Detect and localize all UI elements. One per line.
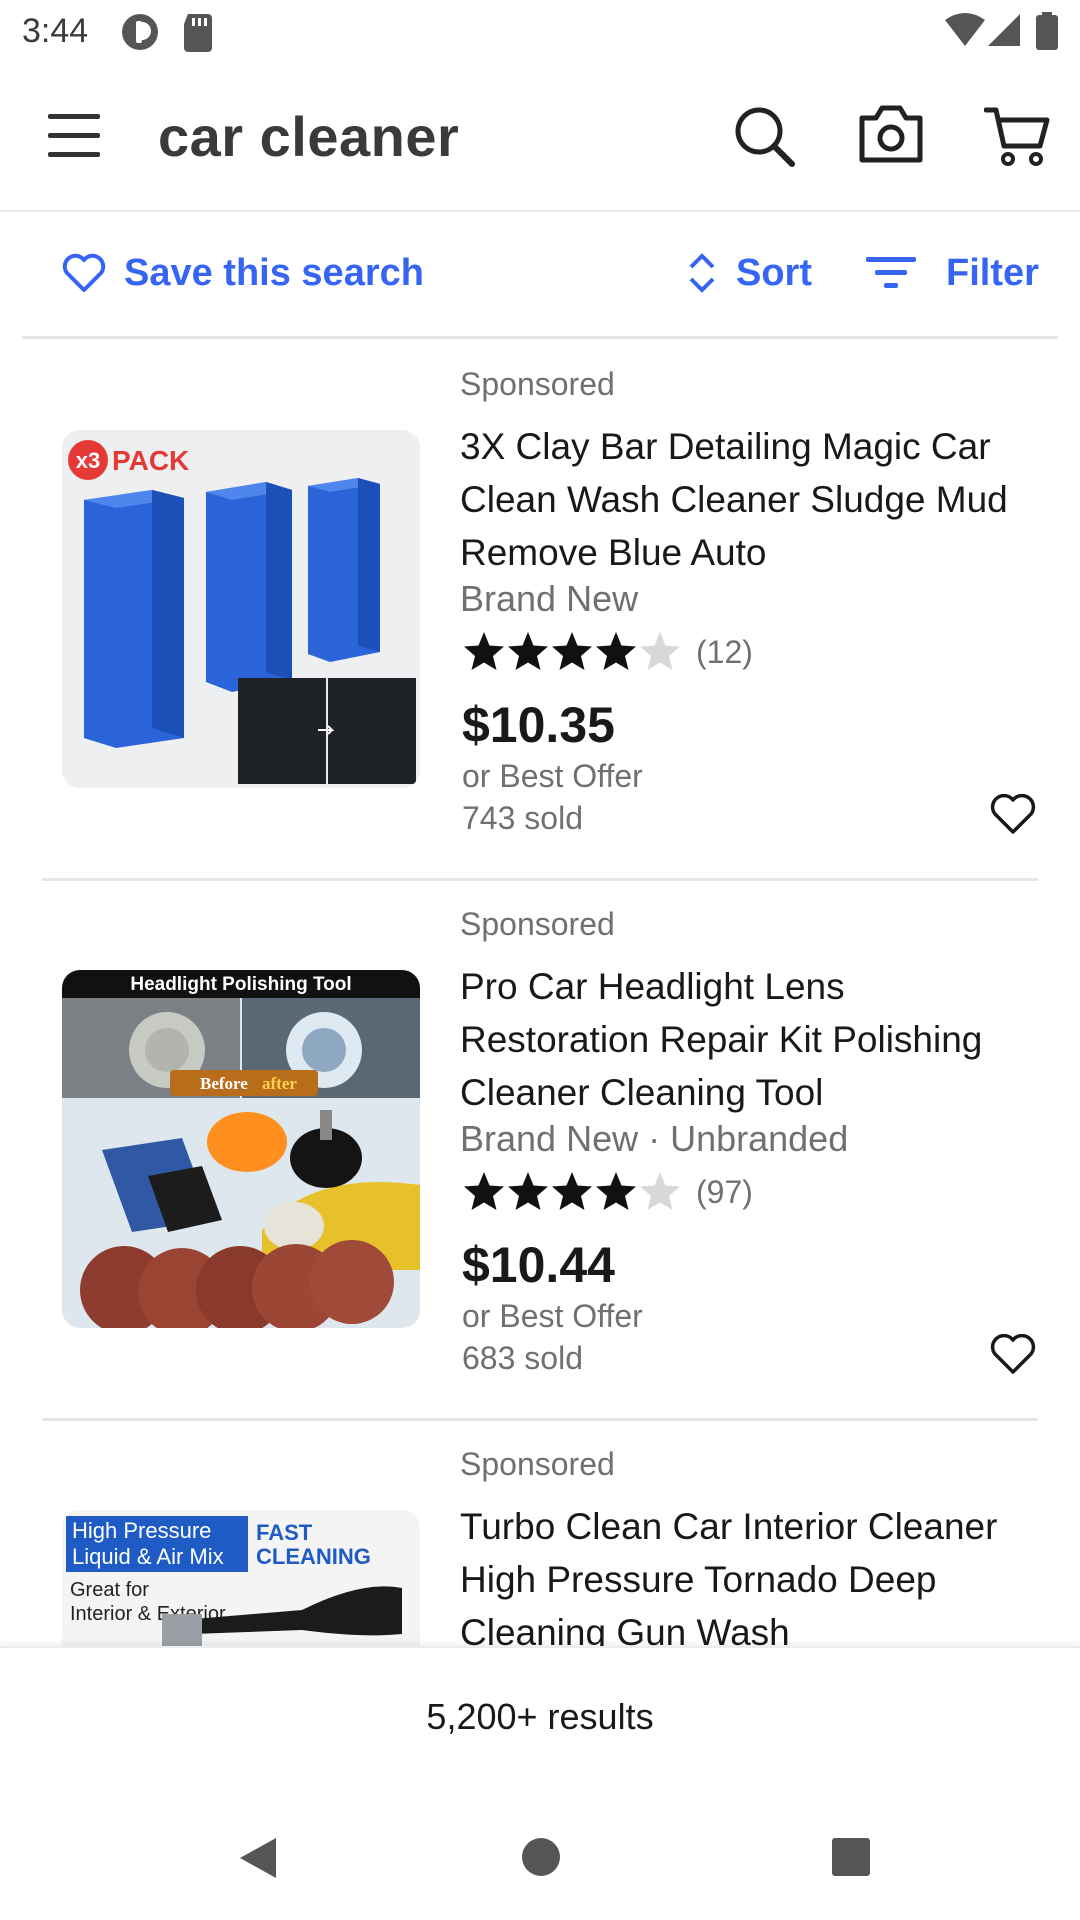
image-great: Great for — [70, 1579, 149, 1601]
star-icon — [464, 632, 504, 670]
sponsored-label: Sponsored — [460, 366, 615, 402]
filter-label: Filter — [946, 251, 1039, 294]
battery-icon — [1036, 12, 1058, 55]
listing-condition: Brand New — [460, 578, 639, 619]
sort-icon — [689, 253, 715, 293]
image-fast: FAST — [256, 1520, 313, 1545]
star-icon — [508, 632, 548, 670]
status-bar: 3:44 — [0, 0, 1080, 64]
star-empty-icon — [640, 632, 680, 670]
listing-item[interactable]: High Pressure Liquid & Air Mix FAST CLEA… — [0, 1420, 1080, 1646]
watch-heart-icon[interactable] — [990, 1333, 1036, 1381]
search-query-text[interactable]: car cleaner — [158, 104, 459, 169]
star-icon — [596, 632, 636, 670]
filter-button[interactable]: Filter — [866, 248, 1039, 298]
star-rating: (12) — [462, 630, 753, 674]
star-empty-icon — [640, 1172, 680, 1210]
listing-image[interactable]: Headlight Polishing Tool Before after — [62, 970, 420, 1328]
review-count: (97) — [696, 1173, 753, 1210]
listing-price: $10.35 — [462, 697, 615, 753]
watch-heart-icon[interactable] — [990, 793, 1036, 841]
star-icon — [596, 1172, 636, 1210]
star-icon — [552, 1172, 592, 1210]
sort-label: Sort — [736, 251, 812, 294]
star-rating: (97) — [462, 1170, 753, 1214]
best-offer-label: or Best Offer — [462, 1298, 643, 1334]
image-line1: High Pressure — [72, 1518, 211, 1543]
results-count: 5,200+ results — [426, 1696, 654, 1737]
review-count: (12) — [696, 633, 753, 670]
listing-item[interactable]: Headlight Polishing Tool Before after Sp… — [0, 880, 1080, 1421]
save-search-button[interactable]: Save this search — [62, 248, 424, 298]
camera-icon[interactable] — [858, 104, 924, 169]
heart-outline-icon — [62, 253, 106, 292]
image-badge: x3 — [76, 448, 100, 473]
image-banner: Headlight Polishing Tool — [130, 974, 351, 995]
star-icon — [552, 632, 592, 670]
sponsored-label: Sponsored — [460, 1446, 615, 1482]
notification-icon — [120, 12, 160, 57]
divider — [22, 336, 1058, 339]
best-offer-label: or Best Offer — [462, 758, 643, 794]
search-icon[interactable] — [732, 104, 796, 173]
image-before: Before — [200, 1074, 248, 1093]
image-cleaning: CLEANING — [256, 1544, 371, 1569]
image-line2: Liquid & Air Mix — [72, 1544, 224, 1569]
system-nav-bar — [0, 1804, 1080, 1920]
signal-icon — [988, 12, 1022, 53]
wifi-icon — [944, 12, 986, 53]
listing-condition: Brand New · Unbranded — [460, 1118, 849, 1159]
listing-image[interactable]: x3 PACK — [62, 430, 420, 788]
recents-icon[interactable] — [830, 1836, 872, 1883]
listing-title[interactable]: 3X Clay Bar Detailing Magic Car Clean Wa… — [460, 420, 1040, 579]
sd-card-icon — [182, 12, 214, 57]
listing-image[interactable]: High Pressure Liquid & Air Mix FAST CLEA… — [62, 1510, 420, 1646]
home-icon[interactable] — [520, 1836, 562, 1883]
sold-count: 743 sold — [462, 800, 583, 836]
sort-button[interactable]: Sort — [686, 248, 812, 298]
listing-title[interactable]: Pro Car Headlight Lens Restoration Repai… — [460, 960, 1040, 1119]
image-after: after — [262, 1074, 297, 1093]
star-icon — [464, 1172, 504, 1210]
filter-icon — [866, 257, 916, 288]
listing-title[interactable]: Turbo Clean Car Interior Cleaner High Pr… — [460, 1500, 1040, 1646]
results-count-bar: 5,200+ results — [0, 1646, 1080, 1806]
image-badge-text: PACK — [112, 445, 189, 476]
star-icon — [508, 1172, 548, 1210]
status-time: 3:44 — [22, 12, 89, 50]
cart-icon[interactable] — [983, 104, 1050, 173]
search-actions-bar: Save this search Sort Filter — [0, 212, 1080, 336]
back-icon[interactable] — [236, 1834, 280, 1887]
app-bar: car cleaner — [0, 64, 1080, 212]
menu-icon[interactable] — [46, 108, 102, 169]
listing-price: $10.44 — [462, 1237, 615, 1293]
sponsored-label: Sponsored — [460, 906, 615, 942]
listing-item[interactable]: x3 PACK Sponsored 3X Clay Bar Detailing … — [0, 340, 1080, 881]
save-search-label: Save this search — [124, 251, 424, 294]
sold-count: 683 sold — [462, 1340, 583, 1376]
